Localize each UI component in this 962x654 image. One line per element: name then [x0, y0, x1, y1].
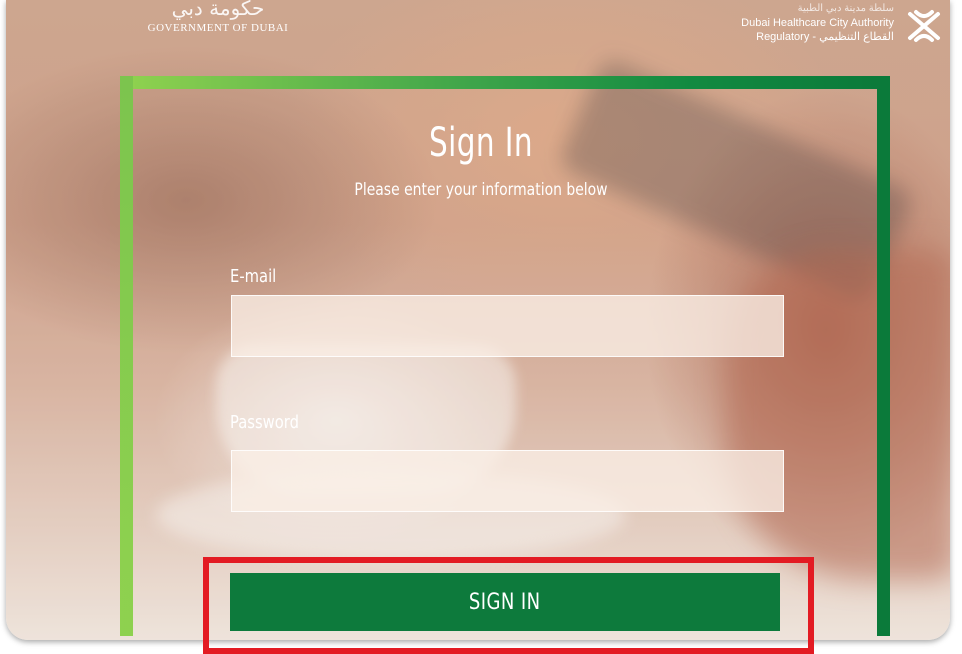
password-label: Password — [230, 412, 299, 433]
sign-in-button[interactable]: SIGN IN — [230, 573, 780, 631]
dhca-name-arabic: سلطة مدينة دبي الطبية — [797, 3, 894, 14]
page-title: Sign In — [428, 120, 534, 166]
sign-in-button-label: SIGN IN — [469, 589, 541, 615]
page-subtitle: Please enter your information below — [354, 180, 608, 200]
gov-logo-arabic: حكومة دبي — [171, 0, 265, 20]
dhca-star-icon — [908, 10, 940, 42]
dhca-logo-text: سلطة مدينة دبي الطبية Dubai Healthcare C… — [741, 2, 894, 44]
email-label: E-mail — [230, 266, 277, 287]
dhca-subtitle: Regulatory - القطاع التنظيمي — [756, 31, 894, 43]
gov-logo-english: GOVERNMENT OF DUBAI — [147, 22, 289, 34]
password-field[interactable] — [231, 450, 784, 512]
government-of-dubai-logo: حكومة دبي GOVERNMENT OF DUBAI — [118, 0, 318, 40]
dhca-name: Dubai Healthcare City Authority — [741, 17, 894, 29]
email-field[interactable] — [231, 295, 784, 357]
green-frame-right — [877, 76, 890, 636]
